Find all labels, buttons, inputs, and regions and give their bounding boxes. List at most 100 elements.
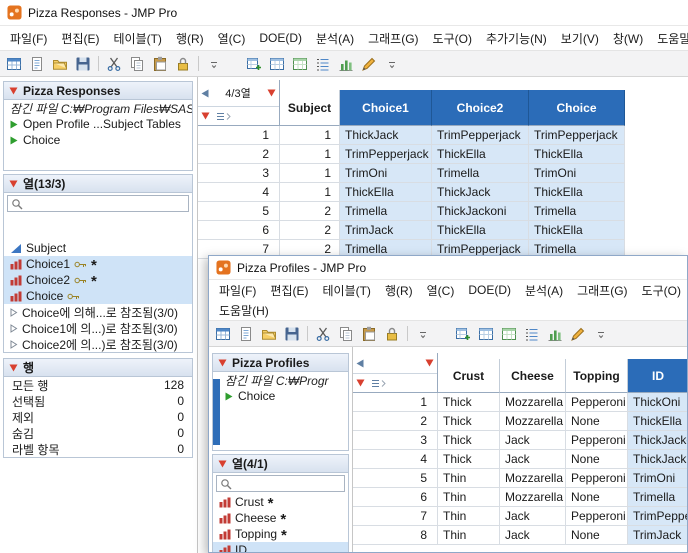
cell-subject[interactable]: 1 xyxy=(280,164,340,183)
row-number[interactable]: 3 xyxy=(198,164,280,183)
toolbar-button[interactable] xyxy=(358,323,380,344)
column-item-subject[interactable]: Subject xyxy=(4,240,192,256)
menu-item[interactable]: 창(W) xyxy=(606,27,650,50)
cell-topping[interactable]: None xyxy=(566,412,628,431)
cell-crust[interactable]: Thick xyxy=(438,393,500,412)
cell-id[interactable]: Trimella xyxy=(628,488,687,507)
menu-item[interactable]: 파일(F) xyxy=(212,280,263,300)
column-search[interactable] xyxy=(216,475,348,492)
toolbar-button[interactable] xyxy=(203,53,225,74)
cell-choice2[interactable]: ThickElla xyxy=(432,221,529,240)
menu-item[interactable]: 행(R) xyxy=(378,280,420,300)
toolbar-button[interactable] xyxy=(567,323,589,344)
column-search-input[interactable] xyxy=(26,197,185,210)
disclosure-right-icon[interactable] xyxy=(10,323,18,333)
column-header-choice2[interactable]: Choice2 xyxy=(432,90,529,126)
menu-item[interactable]: 도움말(H) xyxy=(212,300,276,320)
cell-topping[interactable]: Pepperoni xyxy=(566,469,628,488)
red-triangle-icon[interactable] xyxy=(425,359,434,367)
cell-cheese[interactable]: Mozzarella xyxy=(500,469,566,488)
column-search[interactable] xyxy=(7,195,189,212)
column-header-crust[interactable]: Crust xyxy=(438,359,500,393)
cell-choice[interactable]: Trimella xyxy=(529,202,625,221)
menu-item[interactable]: DOE(D) xyxy=(461,280,518,300)
toolbar-button[interactable] xyxy=(521,323,543,344)
column-item-choice1[interactable]: Choice1 * xyxy=(4,256,192,272)
cell-cheese[interactable]: Jack xyxy=(500,450,566,469)
column-header-choice1[interactable]: Choice1 xyxy=(340,90,432,126)
table-panel-header[interactable]: Pizza Responses xyxy=(4,82,192,100)
left-triangle-icon[interactable] xyxy=(356,359,364,368)
cell-crust[interactable]: Thin xyxy=(438,526,500,545)
cell-choice[interactable]: TrimPepperjack xyxy=(529,126,625,145)
columns-panel-header[interactable]: 열(4/1) xyxy=(213,455,348,473)
red-triangle-icon[interactable] xyxy=(356,379,365,387)
red-triangle-icon[interactable] xyxy=(9,87,18,95)
cell-id[interactable]: ThickJackoni xyxy=(628,431,687,450)
cell-id[interactable]: ThickJack xyxy=(628,450,687,469)
red-triangle-icon[interactable] xyxy=(218,359,227,367)
toolbar-button[interactable] xyxy=(126,53,148,74)
cell-cheese[interactable]: Jack xyxy=(500,431,566,450)
toolbar-button[interactable] xyxy=(312,323,334,344)
menu-item[interactable]: DOE(D) xyxy=(252,28,309,48)
column-item-cheese[interactable]: Cheese * xyxy=(213,510,348,526)
row-number[interactable]: 5 xyxy=(198,202,280,221)
column-item-id[interactable]: ID xyxy=(213,542,348,552)
toolbar-button[interactable] xyxy=(72,53,94,74)
cell-cheese[interactable]: Jack xyxy=(500,526,566,545)
red-triangle-icon[interactable] xyxy=(218,460,227,468)
cell-cheese[interactable]: Mozzarella xyxy=(500,412,566,431)
menu-item[interactable]: 편집(E) xyxy=(54,27,106,50)
cell-crust[interactable]: Thick xyxy=(438,431,500,450)
cell-choice2[interactable]: ThickElla xyxy=(432,145,529,164)
toolbar-button[interactable] xyxy=(590,323,612,344)
columns-panel-header[interactable]: 열(13/3) xyxy=(4,175,192,193)
cell-choice1[interactable]: TrimOni xyxy=(340,164,432,183)
cell-id[interactable]: TrimJack xyxy=(628,526,687,545)
menu-item[interactable]: 열(C) xyxy=(211,27,253,50)
row-number[interactable]: 8 xyxy=(353,526,438,545)
row-number[interactable]: 2 xyxy=(198,145,280,164)
cell-choice[interactable]: ThickElla xyxy=(529,221,625,240)
toolbar-button[interactable] xyxy=(212,323,234,344)
menu-item[interactable]: 도구(O) xyxy=(635,280,687,300)
cell-cheese[interactable]: Mozzarella xyxy=(500,488,566,507)
toolbar-button[interactable] xyxy=(26,53,48,74)
toolbar-button[interactable] xyxy=(235,323,257,344)
cell-choice2[interactable]: ThickJack xyxy=(432,183,529,202)
cell-subject[interactable]: 2 xyxy=(280,202,340,221)
cell-choice1[interactable]: Trimella xyxy=(340,202,432,221)
toolbar-button[interactable] xyxy=(3,53,25,74)
menu-item[interactable]: 도움말(H) xyxy=(650,27,688,50)
cell-topping[interactable]: None xyxy=(566,450,628,469)
menu-item[interactable]: 추가기능(N) xyxy=(479,27,554,50)
cell-topping[interactable]: None xyxy=(566,488,628,507)
script-item-choice[interactable]: Choice xyxy=(4,132,192,148)
menu-item[interactable]: 파일(F) xyxy=(3,27,54,50)
toolbar-button[interactable] xyxy=(149,53,171,74)
menu-item[interactable]: 그래프(G) xyxy=(570,280,634,300)
column-item-crust[interactable]: Crust * xyxy=(213,494,348,510)
row-number[interactable]: 1 xyxy=(353,393,438,412)
menu-item[interactable]: 편집(E) xyxy=(263,280,315,300)
row-number[interactable]: 6 xyxy=(353,488,438,507)
column-group-choice1-ref[interactable]: Choice1에 의...)로 참조됨(3/0) xyxy=(4,320,192,336)
row-markers-icon[interactable] xyxy=(371,378,387,389)
cell-cheese[interactable]: Jack xyxy=(500,507,566,526)
row-number[interactable]: 5 xyxy=(353,469,438,488)
cell-choice1[interactable]: TrimJack xyxy=(340,221,432,240)
cell-crust[interactable]: Thick xyxy=(438,412,500,431)
cell-choice1[interactable]: TrimPepperjack xyxy=(340,145,432,164)
disclosure-right-icon[interactable] xyxy=(10,339,18,349)
toolbar-button[interactable] xyxy=(475,323,497,344)
menu-item[interactable]: 분석(A) xyxy=(309,27,361,50)
toolbar-button[interactable] xyxy=(498,323,520,344)
stat-labeled[interactable]: 라벨 항목 0 xyxy=(4,441,192,457)
menu-item[interactable]: 테이블(T) xyxy=(315,280,377,300)
stat-selected[interactable]: 선택됨 0 xyxy=(4,393,192,409)
column-header-id[interactable]: ID xyxy=(628,359,687,393)
toolbar-button[interactable] xyxy=(381,53,403,74)
cell-subject[interactable]: 2 xyxy=(280,221,340,240)
toolbar-button[interactable] xyxy=(412,323,434,344)
